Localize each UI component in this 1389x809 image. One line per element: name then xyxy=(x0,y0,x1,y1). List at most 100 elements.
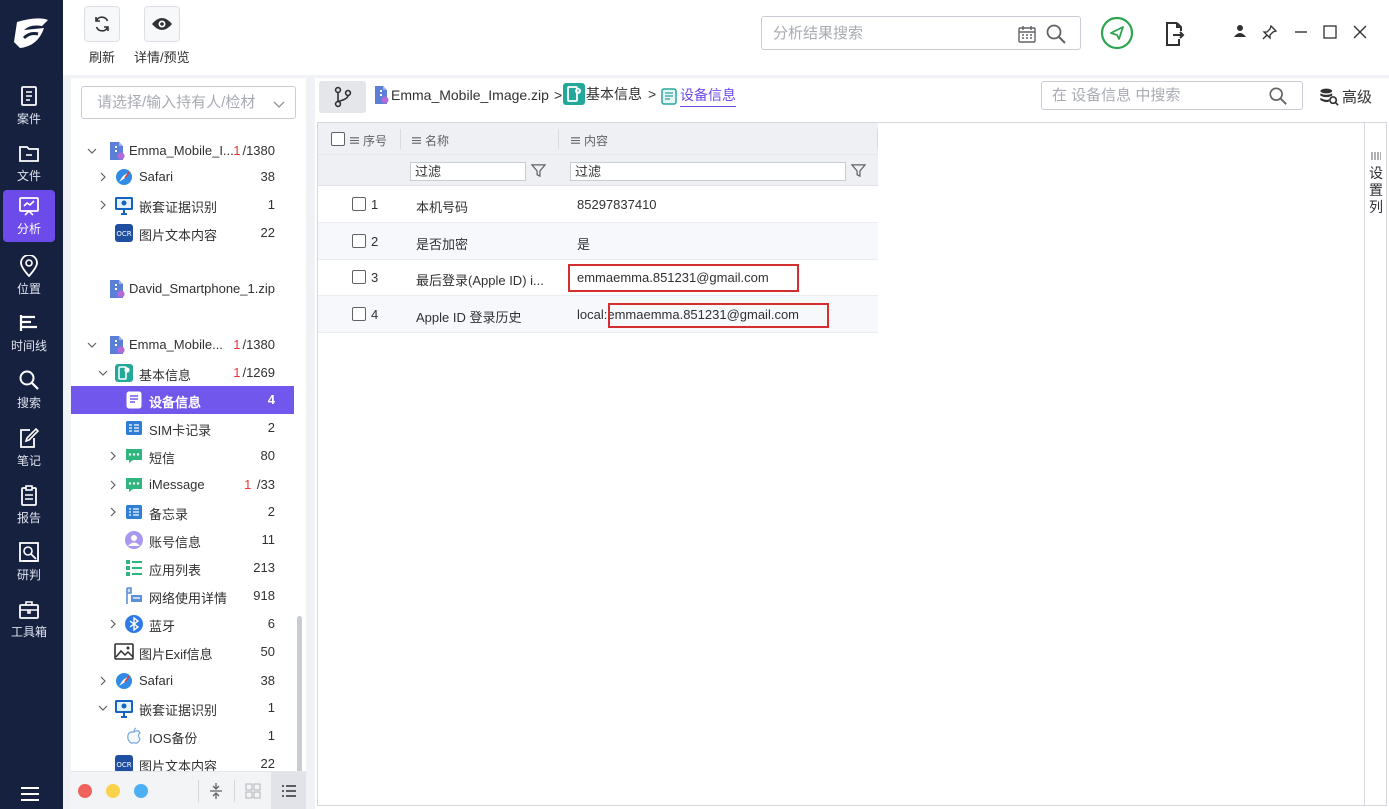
nav-item-label: 报告 xyxy=(16,511,41,525)
chevron-down-icon[interactable] xyxy=(272,97,286,111)
row-checkbox[interactable] xyxy=(352,306,366,321)
chevron-right-icon[interactable] xyxy=(107,506,119,518)
close-icon[interactable] xyxy=(1352,24,1368,40)
chevron-right-icon[interactable] xyxy=(97,675,109,687)
tree-item[interactable]: 账号信息 11 xyxy=(71,526,294,554)
branch-button[interactable] xyxy=(319,81,366,113)
list-view-icon[interactable] xyxy=(271,772,306,809)
nav-item-4[interactable]: 时间线 xyxy=(3,307,55,359)
tree-item[interactable]: Emma_Mobile_I... 1/1380 xyxy=(71,137,294,165)
nav-item-7[interactable]: 报告 xyxy=(3,479,55,531)
chevron-down-icon[interactable] xyxy=(86,339,98,351)
device-info-icon xyxy=(126,391,142,409)
tree-item[interactable]: 网络使用详情 918 xyxy=(71,582,294,610)
tree-item[interactable]: 设备信息 4 xyxy=(71,386,294,414)
tree-item[interactable]: iMessage 1 /33 xyxy=(71,471,294,499)
row-checkbox[interactable] xyxy=(352,270,366,284)
tree-item-total-count: 213 xyxy=(253,560,275,575)
refresh-button[interactable]: 刷新 xyxy=(84,6,120,66)
chevron-down-icon[interactable] xyxy=(86,145,98,157)
tree-item[interactable]: SIM卡记录 2 xyxy=(71,414,294,442)
analysis-search-input[interactable] xyxy=(762,17,1012,49)
table-row[interactable]: 2 是否加密 是 xyxy=(318,222,878,260)
nav-item-8[interactable]: 研判 xyxy=(3,536,55,588)
tree-item[interactable]: Emma_Mobile... 1/1380 xyxy=(71,331,294,359)
tree-item[interactable]: 嵌套证据识别 1 xyxy=(71,694,294,722)
table-search-input[interactable] xyxy=(1042,82,1262,109)
grid-view-icon[interactable] xyxy=(245,783,261,799)
tree-item[interactable]: 备忘录 2 xyxy=(71,498,294,526)
breadcrumb-item-device-info[interactable]: 设备信息 xyxy=(660,85,736,107)
tree-item[interactable]: Safari 38 xyxy=(71,667,294,695)
tree-scrollbar[interactable] xyxy=(297,616,302,776)
pin-icon[interactable] xyxy=(1262,24,1278,40)
nav-item-5[interactable]: 搜索 xyxy=(3,364,55,416)
tree-item[interactable]: 基本信息 1/1269 xyxy=(71,359,294,387)
column-settings-icon xyxy=(1371,152,1381,160)
user-icon[interactable] xyxy=(1233,24,1247,38)
breadcrumb-item-zip[interactable]: Emma_Mobile_Image.zip > xyxy=(373,85,562,105)
column-divider[interactable] xyxy=(877,129,878,149)
tree-item[interactable]: IOS备份 1 xyxy=(71,722,294,750)
tree-item-total-count: 11 xyxy=(261,532,276,547)
tree-item-label: 嵌套证据识别 xyxy=(139,703,218,718)
tree-item[interactable]: 嵌套证据识别 1 xyxy=(71,191,294,219)
column-header-content[interactable]: 内容 xyxy=(571,132,608,149)
calendar-icon[interactable] xyxy=(1017,24,1037,44)
details-preview-button[interactable]: 详情/预览 xyxy=(134,6,190,66)
chevron-right-icon[interactable] xyxy=(97,199,109,211)
chevron-down-icon[interactable] xyxy=(97,367,109,379)
advanced-search-button[interactable]: 高级 xyxy=(1319,86,1372,107)
filter-icon[interactable] xyxy=(531,163,546,178)
chevron-down-icon[interactable] xyxy=(97,702,109,714)
blue-dot-icon[interactable] xyxy=(134,784,148,798)
chevron-right-icon[interactable] xyxy=(97,171,109,183)
name-filter-input[interactable]: 过滤 xyxy=(410,162,526,181)
table-row[interactable]: 1 本机号码 85297837410 xyxy=(318,186,878,223)
nav-item-6[interactable]: 笔记 xyxy=(3,422,55,474)
tree-item-count: 1/1380 xyxy=(233,143,275,158)
minimize-icon[interactable] xyxy=(1293,24,1309,40)
column-header-name[interactable]: 名称 xyxy=(412,132,449,149)
tree-item[interactable]: 图片Exif信息 50 xyxy=(71,638,294,666)
search-icon[interactable] xyxy=(1045,23,1067,45)
chevron-right-icon[interactable] xyxy=(107,618,119,630)
row-checkbox[interactable] xyxy=(352,197,366,211)
content-filter-input[interactable]: 过滤 xyxy=(570,162,846,181)
tree-item[interactable]: David_Smartphone_1.zip xyxy=(71,275,294,303)
tree-item-count: 1 xyxy=(268,728,275,743)
collapse-all-icon[interactable] xyxy=(208,782,224,800)
column-settings-button[interactable]: 设置列 xyxy=(1364,123,1386,805)
nav-item-1[interactable]: 文件 xyxy=(3,137,55,189)
maximize-icon[interactable] xyxy=(1322,24,1338,40)
select-all-checkbox[interactable] xyxy=(331,132,345,146)
tree-item[interactable]: OCR 图片文本内容 22 xyxy=(71,219,294,247)
row-checkbox[interactable] xyxy=(352,233,366,248)
status-ok-icon[interactable] xyxy=(1100,16,1134,50)
tree-item[interactable]: 短信 80 xyxy=(71,442,294,470)
column-header-index[interactable]: 序号 xyxy=(350,132,387,149)
export-icon[interactable] xyxy=(1163,21,1185,47)
chevron-right-icon[interactable] xyxy=(107,479,119,491)
owner-select-input[interactable] xyxy=(82,87,267,118)
app-logo xyxy=(8,12,54,56)
filter-icon[interactable] xyxy=(851,163,866,178)
tree-item-count: 1 /33 xyxy=(244,477,275,492)
nav-item-0[interactable]: 案件 xyxy=(3,80,55,132)
owner-select[interactable] xyxy=(81,86,296,119)
yellow-dot-icon[interactable] xyxy=(106,784,120,798)
tree-item[interactable]: 蓝牙 6 xyxy=(71,610,294,638)
column-divider[interactable] xyxy=(400,129,401,149)
tree-item[interactable]: 应用列表 213 xyxy=(71,554,294,582)
nav-item-9[interactable]: 工具箱 xyxy=(3,593,55,645)
tree-item[interactable]: Safari 38 xyxy=(71,163,294,191)
column-divider[interactable] xyxy=(558,129,559,149)
search-icon[interactable] xyxy=(1268,86,1288,106)
nav-item-2[interactable]: 分析 xyxy=(3,190,55,242)
red-dot-icon[interactable] xyxy=(78,784,92,798)
tree-item-count: 6 xyxy=(268,616,275,631)
menu-icon[interactable] xyxy=(19,785,41,803)
nav-item-3[interactable]: 位置 xyxy=(3,250,55,302)
chevron-right-icon[interactable] xyxy=(107,450,119,462)
breadcrumb-item-basic-info[interactable]: 基本信息 > xyxy=(562,82,656,106)
